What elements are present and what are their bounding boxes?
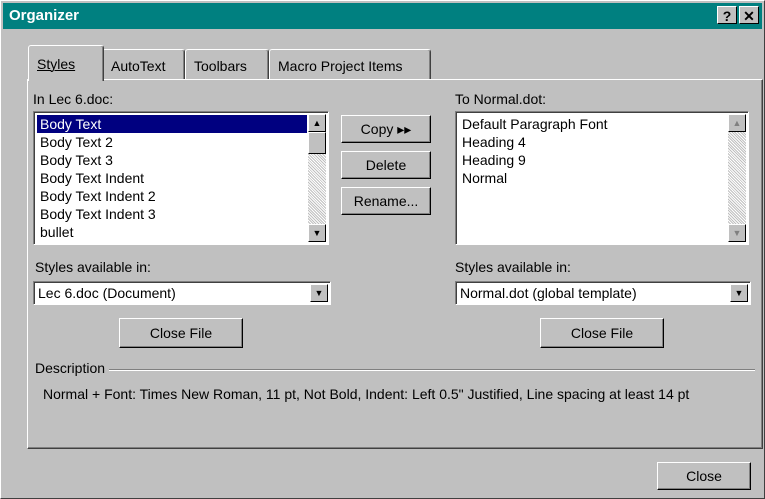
description-text: Normal + Font: Times New Roman, 11 pt, N… bbox=[43, 386, 690, 402]
right-close-file-button[interactable]: Close File bbox=[540, 318, 664, 348]
list-item[interactable]: Normal bbox=[459, 169, 510, 187]
left-available-value: Lec 6.doc (Document) bbox=[38, 285, 176, 301]
list-item[interactable]: bullet bbox=[37, 223, 76, 241]
right-available-value: Normal.dot (global template) bbox=[460, 285, 637, 301]
tab-toolbars-label: Toolbars bbox=[194, 58, 247, 74]
help-button[interactable]: ? bbox=[717, 6, 737, 24]
close-window-button[interactable]: ✕ bbox=[739, 6, 759, 24]
tab-styles-label: Styles bbox=[37, 56, 76, 72]
list-item[interactable]: Body Text Indent 2 bbox=[37, 187, 159, 205]
left-list-heading: In Lec 6.doc: bbox=[33, 91, 114, 107]
right-list-scrollbar[interactable]: ▲ ▼ bbox=[728, 114, 746, 242]
scroll-up-icon[interactable]: ▲ bbox=[308, 114, 326, 132]
tab-autotext[interactable]: AutoText bbox=[102, 49, 185, 79]
chevron-down-icon[interactable]: ▼ bbox=[730, 284, 748, 302]
rename-button[interactable]: Rename... bbox=[341, 187, 431, 215]
left-styles-list[interactable]: Body Text Body Text 2 Body Text 3 Body T… bbox=[33, 111, 329, 245]
scroll-thumb[interactable] bbox=[308, 132, 326, 154]
close-button[interactable]: Close bbox=[657, 462, 751, 490]
copy-button[interactable]: Copy ▸▸ bbox=[341, 115, 431, 143]
title-bar[interactable]: Organizer ? ✕ bbox=[3, 3, 762, 29]
list-item[interactable]: Heading 4 bbox=[459, 133, 529, 151]
organizer-dialog: Organizer ? ✕ Styles AutoText Toolbars M… bbox=[0, 0, 765, 499]
left-available-select[interactable]: Lec 6.doc (Document) ▼ bbox=[33, 281, 331, 305]
description-label: Description bbox=[35, 360, 110, 376]
tab-macro-project-items[interactable]: Macro Project Items bbox=[269, 49, 431, 79]
scroll-down-icon[interactable]: ▼ bbox=[728, 224, 746, 242]
scroll-down-icon[interactable]: ▼ bbox=[308, 224, 326, 242]
tab-macro-label: Macro Project Items bbox=[278, 58, 403, 74]
right-list-heading: To Normal.dot: bbox=[455, 91, 547, 107]
window-title: Organizer bbox=[9, 7, 80, 24]
list-item[interactable]: Body Text 2 bbox=[37, 133, 116, 151]
left-close-file-button[interactable]: Close File bbox=[119, 318, 243, 348]
delete-button[interactable]: Delete bbox=[341, 151, 431, 179]
list-item[interactable]: Heading 9 bbox=[459, 151, 529, 169]
tab-styles[interactable]: Styles bbox=[28, 45, 104, 81]
chevron-down-icon[interactable]: ▼ bbox=[310, 284, 328, 302]
description-divider bbox=[35, 369, 755, 371]
tab-autotext-label: AutoText bbox=[111, 58, 166, 74]
scroll-up-icon[interactable]: ▲ bbox=[728, 114, 746, 132]
list-item[interactable]: Default Paragraph Font bbox=[459, 115, 611, 133]
left-available-label: Styles available in: bbox=[35, 259, 151, 275]
left-list-scrollbar[interactable]: ▲ ▼ bbox=[308, 114, 326, 242]
list-item[interactable]: Body Text 3 bbox=[37, 151, 116, 169]
right-available-label: Styles available in: bbox=[455, 259, 571, 275]
list-item[interactable]: Body Text Indent 3 bbox=[37, 205, 159, 223]
tab-toolbars[interactable]: Toolbars bbox=[185, 49, 269, 79]
list-item[interactable]: Body Text Indent bbox=[37, 169, 147, 187]
list-item[interactable]: Body Text bbox=[37, 115, 307, 133]
right-available-select[interactable]: Normal.dot (global template) ▼ bbox=[455, 281, 751, 305]
right-styles-list[interactable]: Default Paragraph Font Heading 4 Heading… bbox=[455, 111, 749, 245]
